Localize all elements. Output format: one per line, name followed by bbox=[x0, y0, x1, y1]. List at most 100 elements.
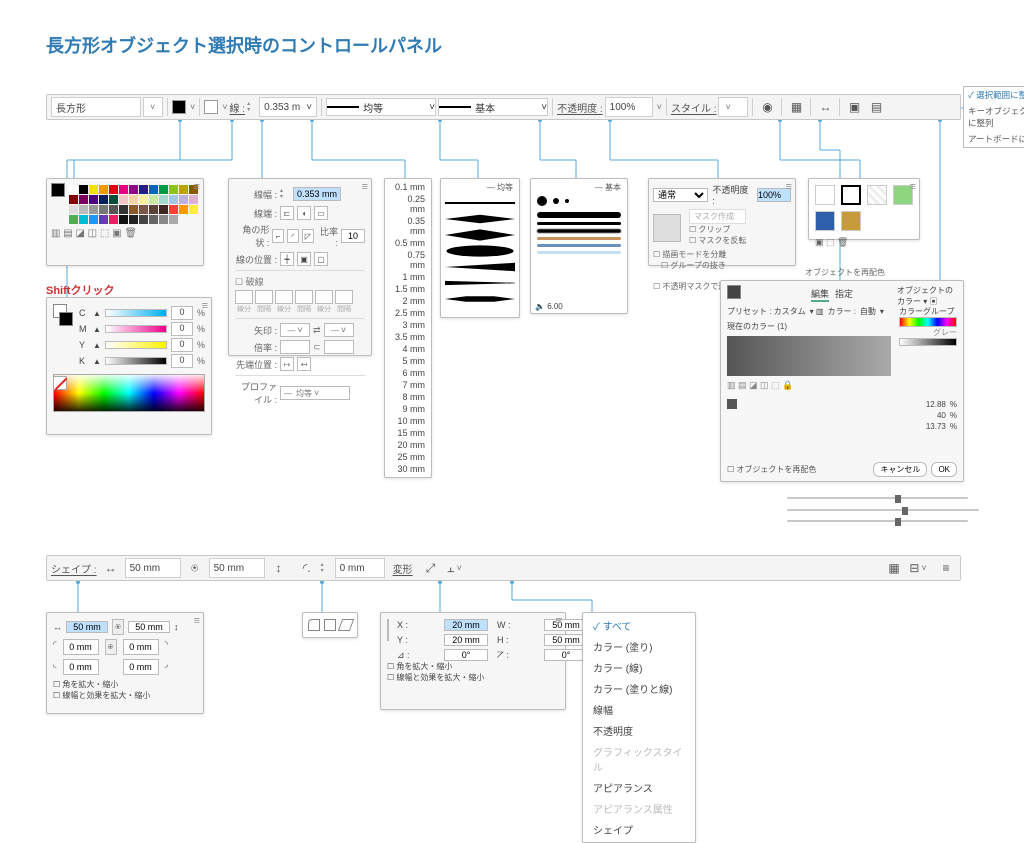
width-option[interactable]: 1.5 mm bbox=[385, 283, 431, 295]
color-group-swatch[interactable] bbox=[899, 317, 957, 327]
swatch[interactable] bbox=[109, 185, 118, 194]
dash-input[interactable] bbox=[335, 290, 353, 304]
ok-button[interactable]: OK bbox=[931, 462, 957, 477]
scale-strokes-check2[interactable]: 線幅と効果を拡大・縮小 bbox=[387, 673, 484, 682]
swatch[interactable] bbox=[69, 185, 78, 194]
swatch[interactable] bbox=[109, 215, 118, 224]
width-option[interactable]: 3 mm bbox=[385, 319, 431, 331]
swatch[interactable] bbox=[179, 205, 188, 214]
align-to-menu[interactable]: 選択範囲に整列キーオブジェクトに整列アートボードに整列 bbox=[963, 86, 1024, 148]
align-inside[interactable]: ▣ bbox=[297, 252, 311, 266]
fill-stroke-proxy2[interactable] bbox=[53, 304, 71, 346]
align-center[interactable]: ┿ bbox=[280, 252, 294, 266]
swatch[interactable] bbox=[119, 215, 128, 224]
arrow-align1[interactable]: ↦ bbox=[280, 357, 294, 371]
swatch[interactable] bbox=[169, 185, 178, 194]
opacity-label[interactable]: 不透明度 : bbox=[557, 100, 603, 115]
clip-check[interactable]: クリップ bbox=[689, 224, 746, 235]
swatch[interactable] bbox=[179, 195, 188, 204]
width-option[interactable]: 25 mm bbox=[385, 451, 431, 463]
width-field[interactable]: 50 mm bbox=[125, 558, 181, 578]
link-icon[interactable]: ⍟ bbox=[112, 619, 124, 635]
join-round[interactable]: ◜ bbox=[287, 229, 299, 243]
align-icon[interactable]: ▦ bbox=[786, 97, 806, 117]
transform-label[interactable]: 変形 bbox=[393, 561, 413, 576]
stroke-width-stepper[interactable] bbox=[247, 98, 257, 116]
swatch[interactable] bbox=[179, 185, 188, 194]
menu-item[interactable]: カラー (塗り) bbox=[583, 636, 695, 657]
iso-check[interactable]: 描画モードを分離 bbox=[653, 249, 791, 260]
panel-menu-icon[interactable]: ≡ bbox=[910, 181, 916, 193]
width-option[interactable]: 20 mm bbox=[385, 439, 431, 451]
arrow-align2[interactable]: ↤ bbox=[297, 357, 311, 371]
width-option[interactable]: 2 mm bbox=[385, 295, 431, 307]
style-select[interactable] bbox=[718, 97, 748, 117]
width-option[interactable]: 30 mm bbox=[385, 463, 431, 475]
channel-value[interactable]: 0 bbox=[171, 306, 193, 320]
width-option[interactable]: 9 mm bbox=[385, 403, 431, 415]
none-swatch[interactable] bbox=[53, 376, 67, 390]
width-option[interactable]: 8 mm bbox=[385, 391, 431, 403]
h-input[interactable] bbox=[128, 621, 170, 633]
swatch[interactable] bbox=[69, 215, 78, 224]
width-option[interactable]: 10 mm bbox=[385, 415, 431, 427]
swatch[interactable] bbox=[119, 205, 128, 214]
shape-label[interactable]: シェイプ : bbox=[51, 561, 97, 576]
stroke-swatch[interactable] bbox=[204, 100, 218, 114]
r1-input[interactable] bbox=[63, 639, 99, 655]
stroke-label[interactable]: 線 : bbox=[230, 100, 246, 115]
w-input[interactable] bbox=[66, 621, 108, 633]
swatch[interactable] bbox=[89, 205, 98, 214]
make-mask-btn[interactable]: マスク作成 bbox=[689, 209, 746, 224]
swatch[interactable] bbox=[149, 215, 158, 224]
dash-input[interactable] bbox=[315, 290, 333, 304]
swatch[interactable] bbox=[89, 195, 98, 204]
slider-track[interactable] bbox=[105, 325, 167, 333]
width-option[interactable]: 0.25 mm bbox=[385, 193, 431, 215]
menu-item[interactable]: カラー (線) bbox=[583, 657, 695, 678]
width-option[interactable]: 7 mm bbox=[385, 379, 431, 391]
cap-butt[interactable]: ⊏ bbox=[280, 206, 294, 220]
panel-menu-icon[interactable]: ≡ bbox=[194, 615, 200, 627]
width-option[interactable]: 6 mm bbox=[385, 367, 431, 379]
fill-swatch[interactable] bbox=[172, 100, 186, 114]
join-miter[interactable]: ⌐ bbox=[272, 229, 284, 243]
panel-menu-icon[interactable]: ≡ bbox=[786, 181, 792, 193]
r2-input[interactable] bbox=[123, 639, 159, 655]
brush-select[interactable]: 基本 ˅ bbox=[438, 98, 548, 116]
swatch[interactable] bbox=[99, 195, 108, 204]
stepper[interactable] bbox=[280, 185, 290, 203]
swatch[interactable] bbox=[159, 195, 168, 204]
width-option[interactable]: 3.5 mm bbox=[385, 331, 431, 343]
miter-limit-input[interactable] bbox=[341, 229, 365, 243]
recolor-icon[interactable]: ◉ bbox=[757, 97, 777, 117]
fill-swatch-dropdown[interactable] bbox=[188, 101, 195, 113]
align-outside[interactable]: ▢ bbox=[314, 252, 328, 266]
swatch[interactable] bbox=[159, 185, 168, 194]
panel-menu-icon[interactable]: ≡ bbox=[936, 558, 956, 578]
r4-input[interactable] bbox=[123, 659, 159, 675]
swatch[interactable] bbox=[139, 205, 148, 214]
opacity-dropdown[interactable] bbox=[655, 101, 662, 113]
menu-item[interactable]: カラー (塗りと線) bbox=[583, 678, 695, 699]
arrow-end[interactable]: — bbox=[324, 323, 354, 337]
swatch[interactable] bbox=[159, 205, 168, 214]
menu-item[interactable]: 線幅 bbox=[583, 699, 695, 720]
dash-input[interactable] bbox=[295, 290, 313, 304]
object-type-field[interactable]: 長方形 bbox=[51, 97, 141, 117]
corner-type-panel[interactable] bbox=[302, 612, 358, 638]
swatch[interactable] bbox=[99, 185, 108, 194]
swatch[interactable] bbox=[169, 195, 178, 204]
width-option[interactable]: 5 mm bbox=[385, 355, 431, 367]
swatch[interactable] bbox=[89, 215, 98, 224]
panel-menu-icon[interactable]: ≡ bbox=[362, 181, 368, 193]
cancel-button[interactable]: キャンセル bbox=[873, 462, 927, 477]
stroke-width-input[interactable] bbox=[293, 187, 341, 201]
channel-value[interactable]: 0 bbox=[171, 354, 193, 368]
link-corners-icon[interactable]: ⍟ bbox=[105, 639, 117, 655]
width-option[interactable]: 4 mm bbox=[385, 343, 431, 355]
join-bevel[interactable]: ◸ bbox=[302, 229, 314, 243]
reference-point[interactable] bbox=[387, 619, 389, 641]
swatch[interactable] bbox=[79, 195, 88, 204]
swatch[interactable] bbox=[189, 205, 198, 214]
